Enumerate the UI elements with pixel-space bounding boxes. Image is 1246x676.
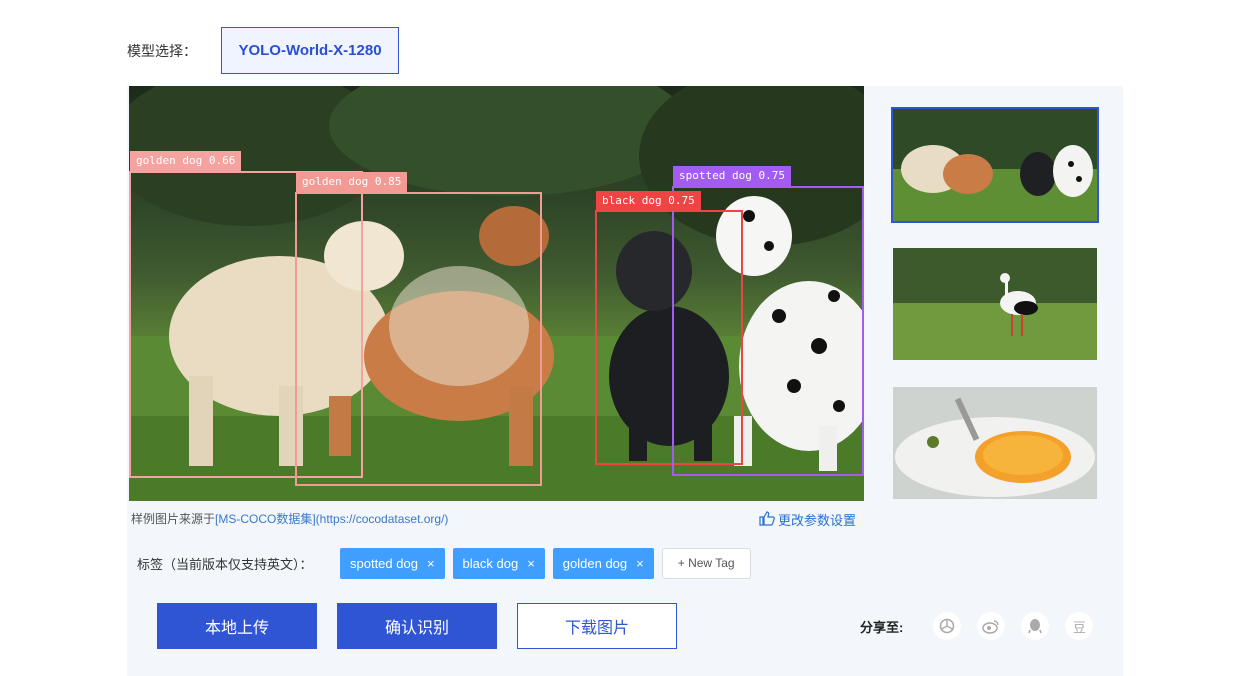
dog-scene-illustration: [129, 86, 864, 501]
tag-golden-dog: golden dog ×: [552, 547, 654, 579]
thumbs-up-icon: [759, 510, 775, 529]
tags-row: 标签（当前版本仅支持英文）： spotted dog × black dog ×…: [137, 547, 751, 579]
upload-button[interactable]: 本地上传: [157, 603, 317, 649]
close-icon[interactable]: ×: [527, 556, 535, 571]
tag-black-dog: black dog ×: [452, 547, 545, 579]
recognize-button[interactable]: 确认识别: [337, 603, 497, 649]
detection-label-golden-dog-1: golden dog 0.66: [130, 151, 242, 171]
douban-icon[interactable]: 豆: [1065, 612, 1094, 640]
thumbnail-dogs[interactable]: [891, 107, 1099, 223]
new-tag-button[interactable]: + New Tag: [661, 547, 751, 579]
close-icon[interactable]: ×: [427, 556, 435, 571]
image-source-note: 样例图片来源于[MS-COCO数据集](https://cocodataset.…: [131, 510, 448, 527]
change-params-link[interactable]: 更改参数设置: [759, 510, 856, 529]
thumbnail-stork[interactable]: [893, 248, 1097, 360]
tag-label: golden dog: [562, 555, 628, 571]
download-button[interactable]: 下载图片: [517, 603, 677, 649]
sample-thumbnails: [891, 107, 1099, 526]
source-link[interactable]: [MS-COCO数据集](https://cocodataset.org/): [215, 512, 448, 526]
thumbnail-orange[interactable]: [893, 387, 1097, 499]
action-buttons: 本地上传 确认识别 下载图片: [157, 603, 677, 649]
qq-icon[interactable]: [1021, 612, 1050, 640]
tag-spotted-dog: spotted dog ×: [340, 547, 445, 579]
tag-label: spotted dog: [350, 555, 418, 571]
detection-panel: golden dog 0.66 golden dog 0.85 black do…: [127, 86, 1123, 676]
change-params-label: 更改参数设置: [778, 513, 857, 528]
weibo-icon[interactable]: [977, 612, 1006, 640]
detection-label-spotted-dog: spotted dog 0.75: [673, 166, 791, 186]
close-icon[interactable]: ×: [636, 556, 644, 571]
share-label: 分享至:: [860, 619, 904, 635]
detection-label-golden-dog-2: golden dog 0.85: [296, 172, 408, 192]
tags-label: 标签（当前版本仅支持英文）：: [137, 556, 313, 572]
detection-label-black-dog: black dog 0.75: [596, 191, 701, 211]
model-select-button[interactable]: YOLO-World-X-1280: [221, 27, 399, 74]
model-selector-row: 模型选择： YOLO-World-X-1280: [127, 27, 399, 74]
share-bar: 分享至: 豆: [860, 612, 1109, 640]
wechat-moments-icon[interactable]: [933, 612, 962, 640]
model-label: 模型选择：: [127, 42, 197, 59]
source-prefix: 样例图片来源于: [131, 512, 216, 526]
tag-label: black dog: [462, 555, 519, 571]
detection-result-image: golden dog 0.66 golden dog 0.85 black do…: [129, 86, 864, 501]
